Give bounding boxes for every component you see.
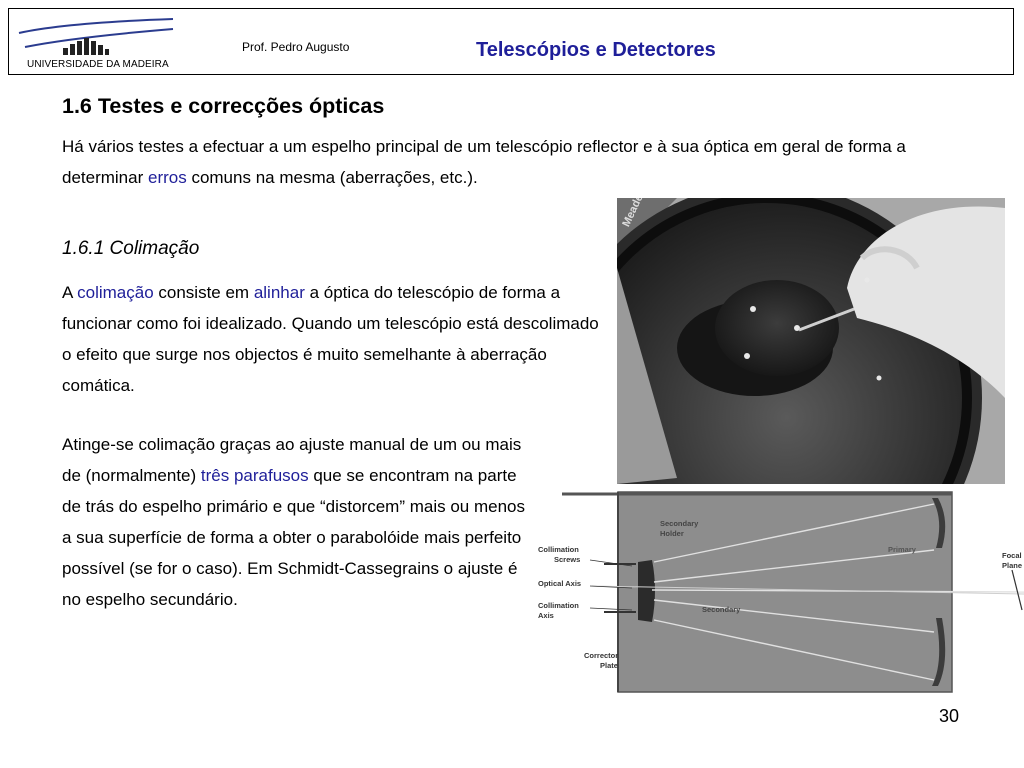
author-name: Prof. Pedro Augusto — [242, 40, 350, 54]
collimation-paragraph-1: A colimação consiste em alinhar a óptica… — [62, 277, 602, 401]
label-optical-axis: Optical Axis — [538, 579, 581, 588]
subsection-title: 1.6.1 Colimação — [62, 238, 200, 259]
p1-text-a: A — [62, 283, 78, 302]
highlight-tres-parafusos: três parafusos — [200, 466, 309, 485]
label-collimation-axis-2: Axis — [538, 611, 554, 620]
p2-text-b: que se encontram na parte de trás do esp… — [62, 466, 525, 609]
intro-paragraph: Há vários testes a efectuar a um espelho… — [62, 131, 962, 193]
university-logo — [18, 18, 174, 55]
intro-highlight-erros: erros — [147, 168, 187, 187]
label-secondary: Secondary — [702, 605, 741, 614]
label-secondary-holder-1: Secondary — [660, 519, 699, 528]
p1-text-b: consiste em — [153, 283, 254, 302]
university-name: UNIVERSIDADE DA MADEIRA — [27, 59, 169, 70]
section-title: 1.6 Testes e correcções ópticas — [62, 94, 385, 118]
collimation-photo: Meade — [617, 198, 1005, 484]
label-collimation-screws-1: Collimation — [538, 545, 579, 554]
label-primary: Primary — [888, 545, 917, 554]
page-number: 30 — [939, 706, 960, 726]
label-focal-plane-2: Plane — [1002, 561, 1022, 570]
label-focal-plane-1: Focal — [1002, 551, 1022, 560]
highlight-alinhar: alinhar — [253, 283, 305, 302]
intro-text-2: comuns na mesma (aberrações, etc.). — [186, 168, 478, 187]
slide-header: UNIVERSIDADE DA MADEIRA Prof. Pedro Augu… — [8, 8, 1014, 75]
highlight-colimacao: colimação — [77, 283, 154, 302]
collimation-diagram: Secondary Holder Primary Collimation Scr… — [532, 490, 1024, 698]
label-collimation-axis-1: Collimation — [538, 601, 579, 610]
collimation-paragraph-2: Atinge-se colimação graças ao ajuste man… — [62, 429, 532, 615]
label-collimation-screws-2: Screws — [554, 555, 580, 564]
photo-illustration: Meade — [617, 198, 1005, 484]
course-title: Telescópios e Detectores — [476, 39, 716, 61]
label-corrector-plate-1: Corrector — [584, 651, 618, 660]
label-secondary-holder-2: Holder — [660, 529, 684, 538]
label-corrector-plate-2: Plate — [600, 661, 618, 670]
diagram-illustration: Secondary Holder Primary Collimation Scr… — [532, 490, 1024, 698]
